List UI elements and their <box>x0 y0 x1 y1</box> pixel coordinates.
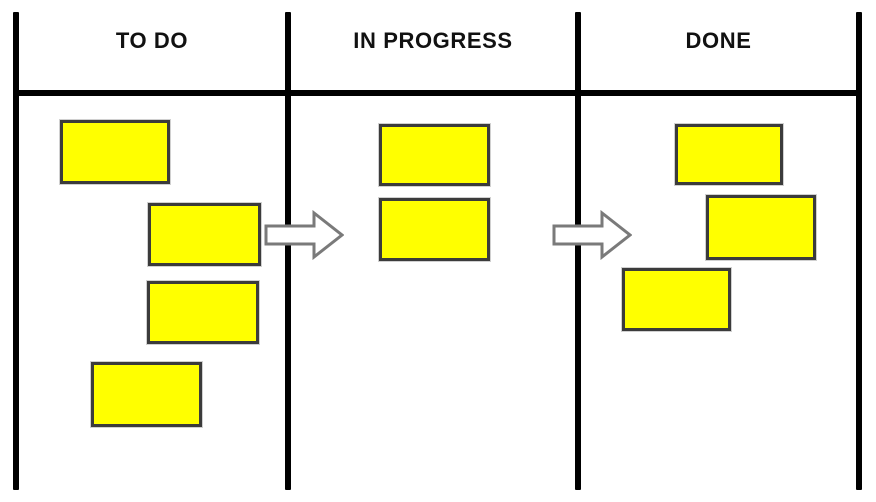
todo-card-1[interactable] <box>60 120 170 184</box>
divider-todo-inprogress <box>285 12 291 490</box>
todo-card-2[interactable] <box>148 203 261 266</box>
header-separator-line <box>13 90 862 96</box>
done-card-1[interactable] <box>675 124 783 185</box>
inprogress-card-2[interactable] <box>379 198 490 261</box>
arrow-todo-to-inprogress <box>264 210 344 260</box>
kanban-board: TO DO IN PROGRESS DONE <box>0 0 876 502</box>
arrow-inprogress-to-done <box>552 210 632 260</box>
board-right-edge-line <box>856 12 862 490</box>
divider-inprogress-done <box>575 12 581 490</box>
todo-card-4[interactable] <box>91 362 202 427</box>
todo-card-3[interactable] <box>147 281 259 344</box>
column-header-done: DONE <box>685 28 752 53</box>
done-card-3[interactable] <box>622 268 731 331</box>
inprogress-card-1[interactable] <box>379 124 490 186</box>
column-header-todo: TO DO <box>115 28 189 53</box>
done-card-2[interactable] <box>706 195 816 260</box>
column-header-in-progress: IN PROGRESS <box>353 28 513 53</box>
board-left-edge-line <box>13 12 19 490</box>
